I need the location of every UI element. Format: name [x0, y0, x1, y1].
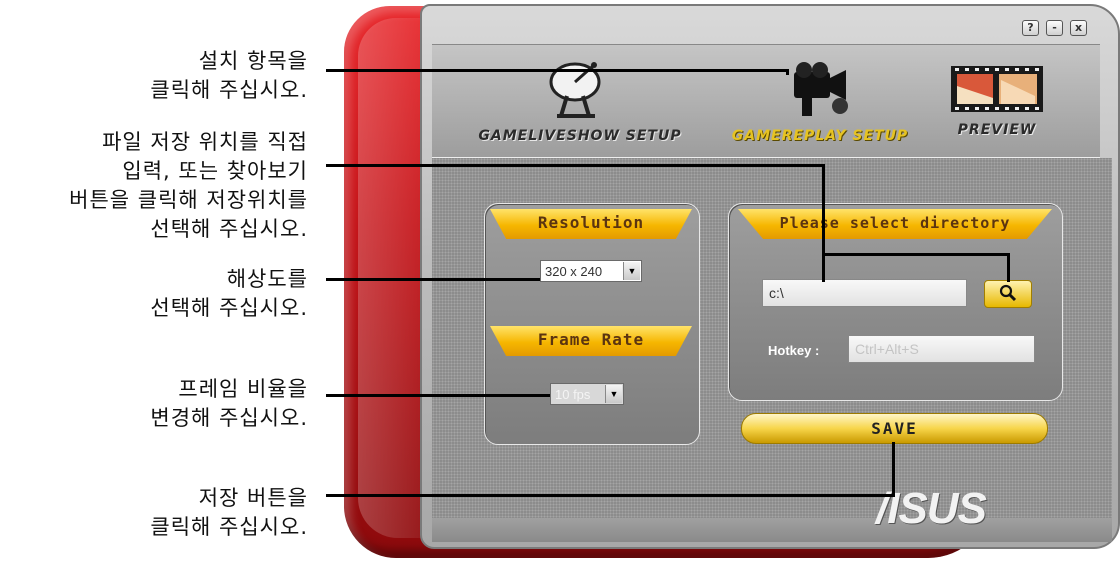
leader-line: [824, 253, 1010, 256]
directory-path-input[interactable]: c:\: [762, 279, 967, 307]
tab-preview[interactable]: PREVIEW: [932, 66, 1062, 150]
tab-label: PREVIEW: [957, 122, 1037, 138]
callout-save-location: 파일 저장 위치를 직접 입력, 또는 찾아보기 버튼을 클릭해 저장위치를 선…: [69, 130, 308, 241]
chevron-down-icon: ▼: [623, 262, 640, 280]
capture-settings-panel: [484, 203, 700, 445]
save-button[interactable]: SAVE: [741, 413, 1048, 444]
browse-button[interactable]: [984, 280, 1032, 308]
tab-label: GAMELIVESHOW SETUP: [478, 128, 682, 144]
callout-frame-rate: 프레임 비율을 변경해 주십시오.: [150, 377, 308, 430]
hotkey-input[interactable]: Ctrl+Alt+S: [848, 335, 1035, 363]
frame-rate-title: Frame Rate: [490, 326, 692, 356]
leader-line: [326, 278, 540, 281]
callout-save-button: 저장 버튼을 클릭해 주십시오.: [150, 486, 308, 539]
tab-gameliveshow-setup[interactable]: GAMELIVESHOW SETUP: [470, 60, 690, 150]
leader-line: [326, 69, 788, 72]
tab-gamereplay-setup[interactable]: GAMEREPLAY SETUP: [715, 60, 925, 150]
resolution-value: 320 x 240: [545, 264, 603, 279]
frame-rate-select[interactable]: 10 fps ▼: [550, 383, 624, 405]
leader-line: [326, 494, 894, 497]
leader-line: [822, 164, 825, 282]
hotkey-label: Hotkey :: [768, 343, 820, 358]
leader-line: [326, 164, 824, 167]
leader-line: [892, 442, 895, 497]
close-button[interactable]: x: [1070, 20, 1087, 36]
magnifier-icon: [999, 284, 1017, 302]
bottom-band: [432, 518, 1112, 542]
film-strip-icon: [951, 66, 1043, 112]
chevron-down-icon: ▼: [605, 385, 622, 403]
leader-line: [786, 69, 789, 75]
directory-title: Please select directory: [738, 209, 1052, 239]
callout-resolution: 해상도를 선택해 주십시오.: [150, 267, 308, 320]
help-button[interactable]: ?: [1022, 20, 1039, 36]
leader-line: [326, 394, 550, 397]
leader-line: [1007, 253, 1010, 282]
callout-install-item: 설치 항목을 클릭해 주십시오.: [150, 49, 308, 102]
resolution-select[interactable]: 320 x 240 ▼: [540, 260, 642, 282]
tab-label: GAMEREPLAY SETUP: [731, 128, 909, 144]
resolution-title: Resolution: [490, 209, 692, 239]
frame-rate-value: 10 fps: [555, 387, 591, 402]
minimize-button[interactable]: -: [1046, 20, 1063, 36]
video-camera-icon: [794, 62, 848, 116]
